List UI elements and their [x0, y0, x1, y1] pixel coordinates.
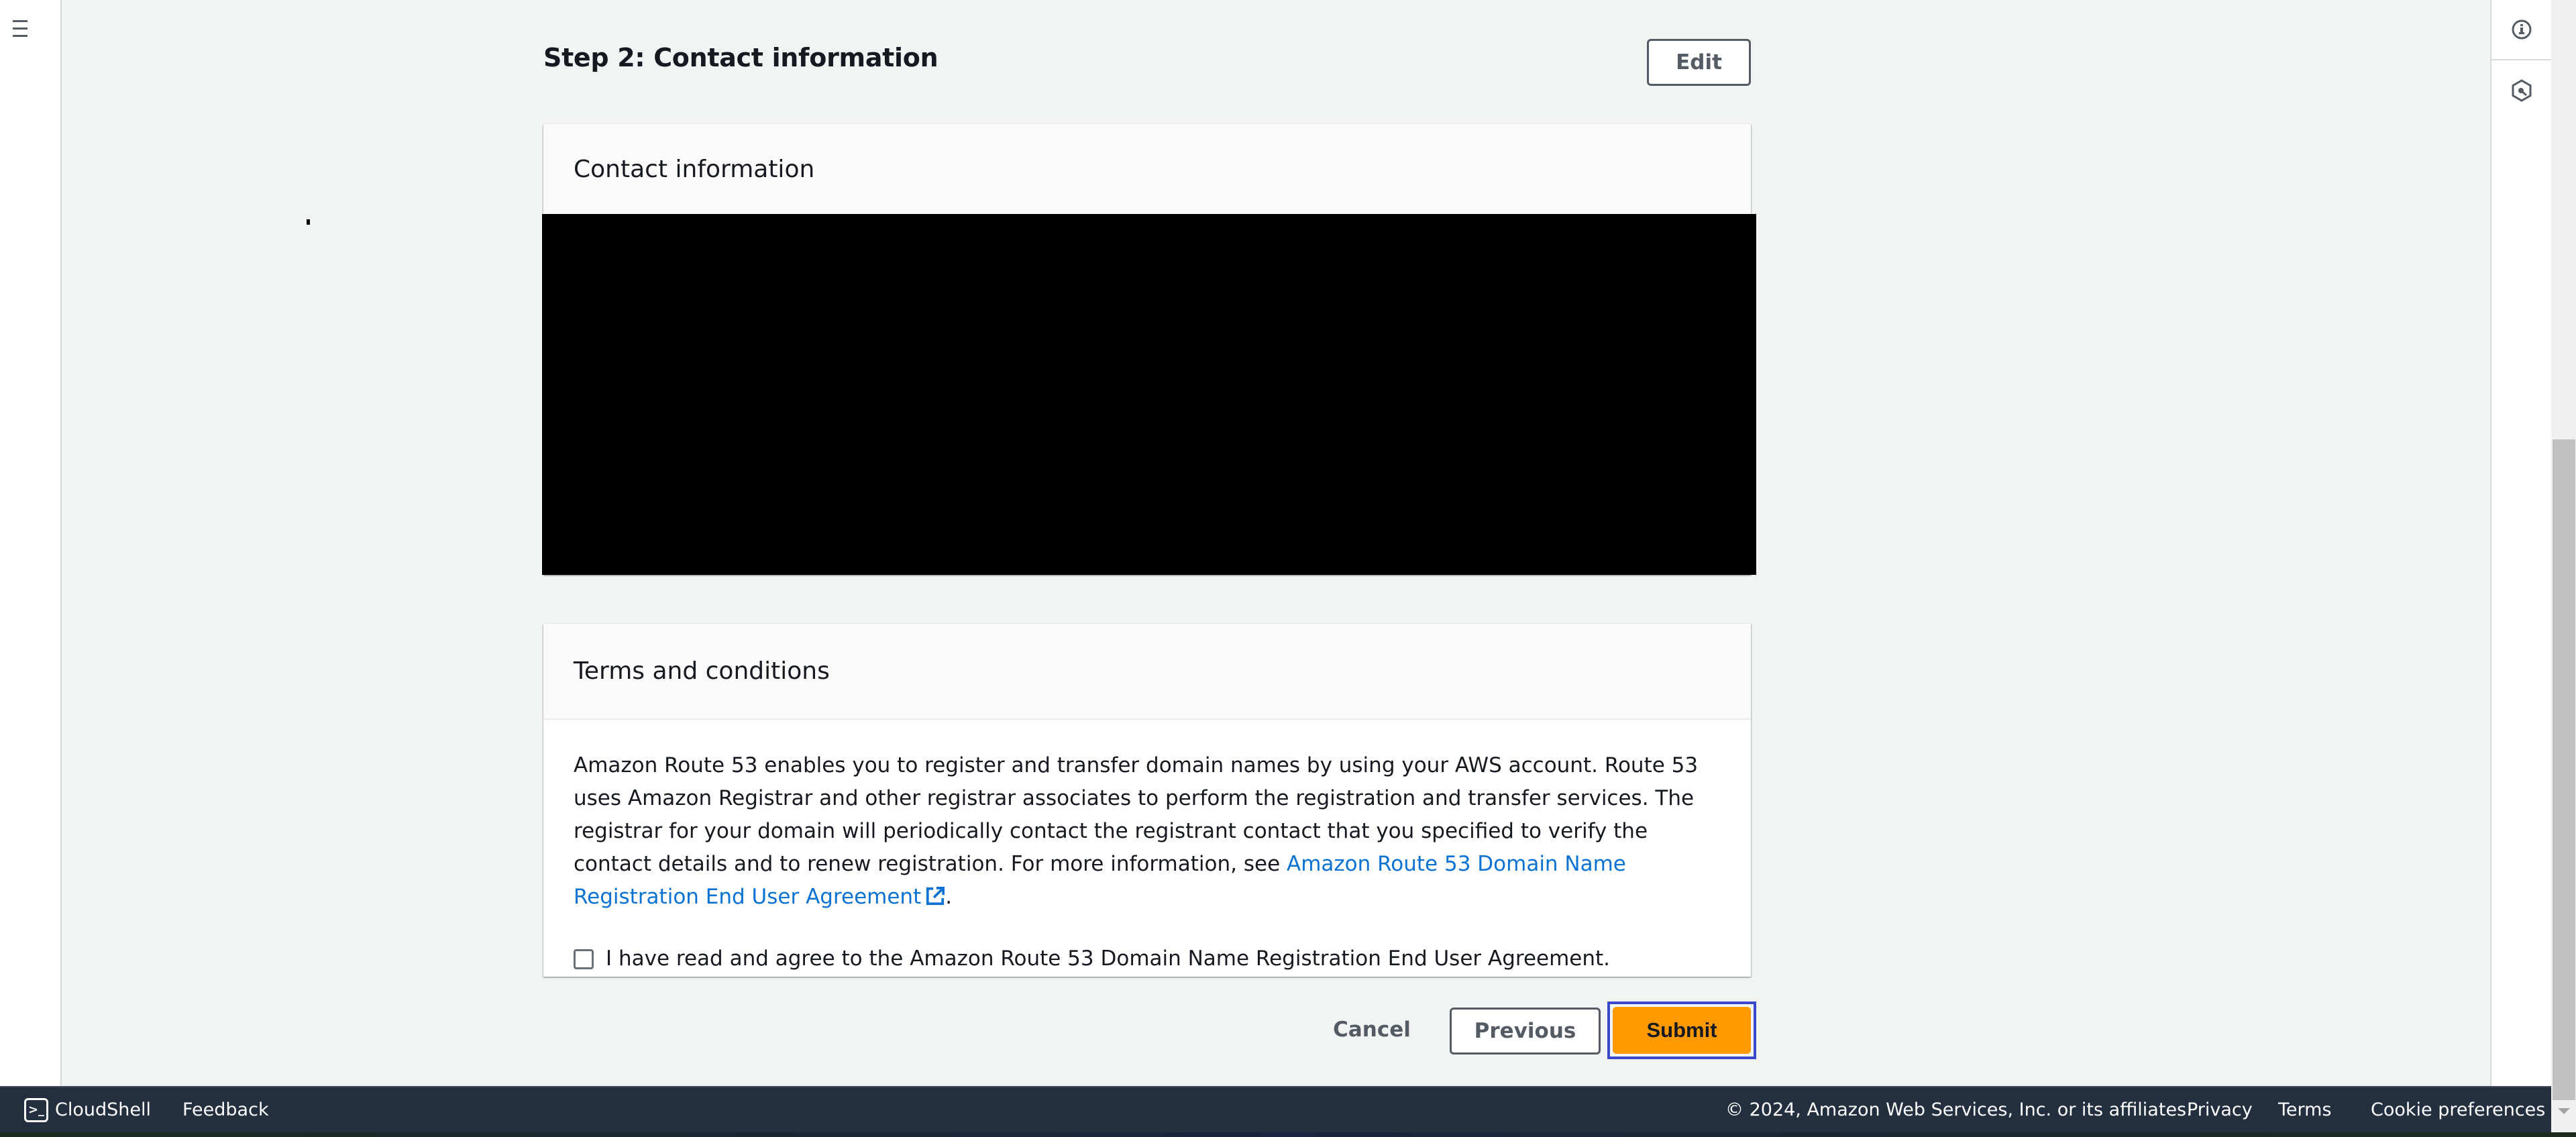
external-link-icon	[926, 886, 945, 906]
console-footer: >_ CloudShell Feedback © 2024, Amazon We…	[0, 1086, 2551, 1132]
info-panel-button[interactable]	[2491, 0, 2551, 60]
cloudshell-label[interactable]: CloudShell	[55, 1099, 151, 1120]
terms-card-header: Terms and conditions	[543, 624, 1751, 720]
feedback-label[interactable]: Feedback	[182, 1099, 269, 1120]
previous-button[interactable]: Previous	[1450, 1008, 1601, 1054]
step-title: Step 2: Contact information	[543, 43, 938, 72]
scrollbar-thumb[interactable]	[2553, 439, 2575, 1100]
terms-card-title: Terms and conditions	[574, 657, 830, 685]
agree-checkbox-row[interactable]: I have read and agree to the Amazon Rout…	[574, 942, 1721, 975]
terms-card: Terms and conditions Amazon Route 53 ena…	[543, 624, 1751, 977]
hexagon-key-icon	[2512, 79, 2531, 102]
redacted-contact-details	[542, 214, 1756, 575]
mouse-cursor-mark	[307, 219, 310, 225]
left-nav	[0, 0, 62, 1086]
privacy-link[interactable]: Privacy	[2187, 1087, 2253, 1132]
copyright-text: © 2024, Amazon Web Services, Inc. or its…	[1725, 1087, 2192, 1132]
feedback-link[interactable]: Feedback	[182, 1087, 269, 1132]
terms-label[interactable]: Terms	[2278, 1099, 2332, 1120]
cookie-preferences-link[interactable]: Cookie preferences	[2371, 1087, 2545, 1132]
contact-card-title: Contact information	[574, 155, 815, 183]
cancel-button[interactable]: Cancel	[1328, 1003, 1415, 1057]
terms-body: Amazon Route 53 enables you to register …	[543, 720, 1751, 975]
agree-checkbox[interactable]	[574, 949, 594, 969]
info-icon	[2512, 19, 2531, 40]
submit-button[interactable]: Submit	[1613, 1007, 1751, 1054]
edit-button[interactable]: Edit	[1647, 39, 1751, 86]
page-scrollbar[interactable]	[2551, 0, 2576, 1132]
privacy-label[interactable]: Privacy	[2187, 1099, 2253, 1120]
cloudshell-terminal-icon: >_	[24, 1097, 48, 1122]
right-utility-panel	[2490, 0, 2551, 1086]
terms-link[interactable]: Terms	[2278, 1087, 2332, 1132]
cookie-preferences-label[interactable]: Cookie preferences	[2371, 1099, 2545, 1120]
scroll-down-arrow-icon[interactable]	[2558, 1108, 2570, 1114]
terms-suffix: .	[945, 885, 953, 909]
cloudshell-button[interactable]: >_ CloudShell	[24, 1087, 151, 1132]
hamburger-menu-icon[interactable]	[13, 20, 28, 40]
copyright-label: © 2024, Amazon Web Services, Inc. or its…	[1725, 1099, 2192, 1120]
contact-card-header: Contact information	[543, 124, 1751, 214]
taskbar-strip	[0, 1132, 2576, 1137]
security-panel-button[interactable]	[2491, 60, 2551, 121]
terms-paragraph: Amazon Route 53 enables you to register …	[574, 749, 1721, 914]
agree-checkbox-label[interactable]: I have read and agree to the Amazon Rout…	[606, 942, 1610, 975]
